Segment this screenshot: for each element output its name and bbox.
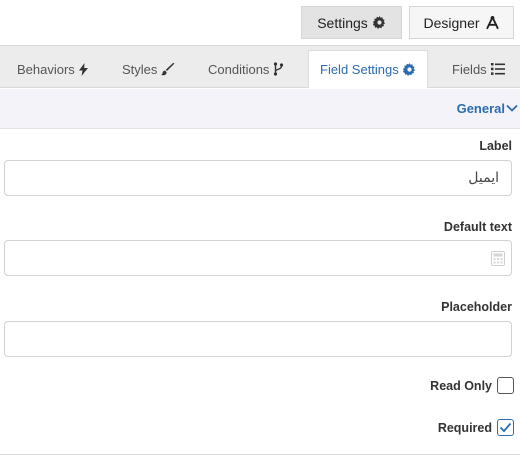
tab-field-settings-label: Field Settings [320,62,399,77]
branch-icon [273,62,284,76]
tab-conditions[interactable]: Conditions [208,50,284,88]
list-icon [490,63,505,75]
placeholder-input[interactable] [4,321,512,357]
settings-tab-bar: Behaviors Styles Conditions Field Settin… [0,45,520,88]
designer-label: Designer [423,14,480,31]
divider [0,454,520,455]
tab-styles-label: Styles [122,61,158,77]
bolt-icon [78,62,88,76]
top-toolbar: Settings Designer [0,0,520,44]
tab-behaviors[interactable]: Behaviors [17,50,88,88]
default-text-caption: Default text [443,220,512,234]
settings-button[interactable]: Settings [301,6,402,39]
required-row: Required [438,419,514,436]
tab-behaviors-label: Behaviors [17,61,75,77]
label-input[interactable] [4,160,512,196]
placeholder-caption: Placeholder [441,300,512,314]
gear-icon [402,63,416,76]
brush-icon [161,62,175,76]
required-checkbox[interactable] [497,419,514,436]
default-text-input[interactable] [4,240,512,276]
chevron-down-icon [506,104,518,113]
label-caption: Label [479,139,512,153]
tab-conditions-label: Conditions [208,61,270,77]
required-label: Required [437,420,492,435]
tab-fields[interactable]: Fields [452,50,505,88]
tab-styles[interactable]: Styles [122,50,175,88]
tab-fields-label: Fields [452,61,487,77]
section-title: General [456,101,505,116]
drafting-compass-icon [485,15,500,30]
read-only-checkbox[interactable] [497,377,514,394]
read-only-label: Read Only [430,378,492,393]
calculator-icon[interactable] [491,251,505,266]
settings-label: Settings [317,14,368,31]
designer-button[interactable]: Designer [409,6,514,39]
tab-field-settings[interactable]: Field Settings [308,50,428,88]
read-only-row: Read Only [430,377,514,394]
general-section-header[interactable]: General [0,89,520,129]
check-icon [499,422,512,433]
gear-icon [372,16,386,29]
